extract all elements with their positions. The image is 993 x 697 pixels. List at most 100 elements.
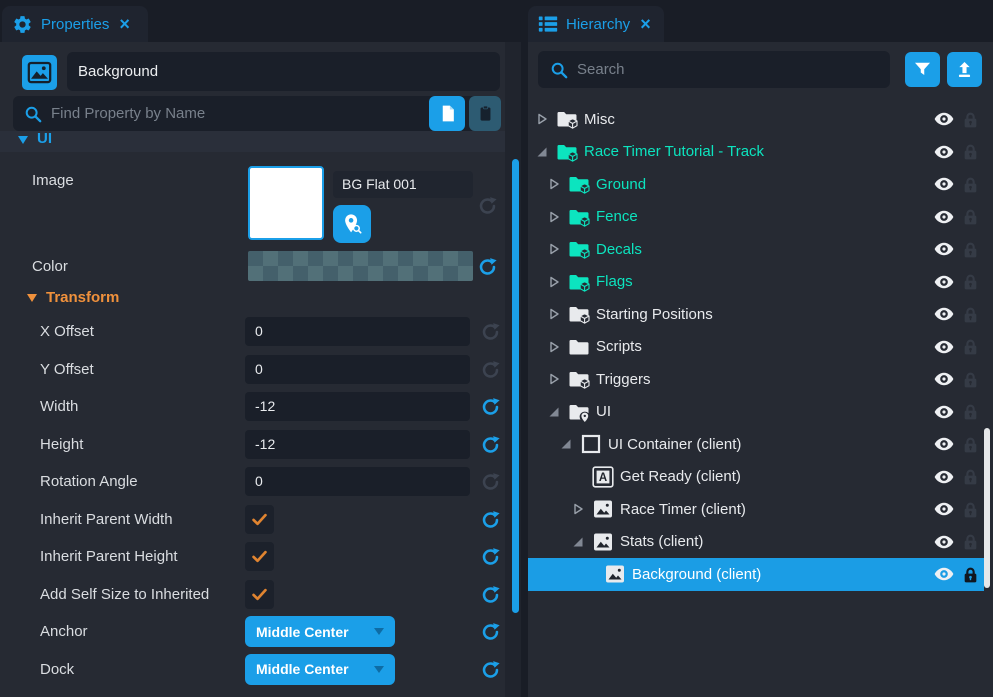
- expand-arrow-icon[interactable]: [548, 243, 560, 255]
- lock-icon[interactable]: [963, 143, 978, 160]
- tab-hierarchy[interactable]: Hierarchy ×: [528, 6, 664, 42]
- lock-icon[interactable]: [963, 111, 978, 128]
- reset-dock-button[interactable]: [481, 660, 500, 679]
- add-self-size-to-inherited-checkbox[interactable]: [245, 580, 274, 609]
- tree-item-ui[interactable]: UI: [528, 396, 993, 429]
- lock-icon[interactable]: [963, 403, 978, 420]
- color-swatch[interactable]: [248, 251, 473, 281]
- filter-button[interactable]: [905, 52, 940, 87]
- tree-item-decals[interactable]: Decals: [528, 233, 993, 266]
- tree-item-background-client[interactable]: Background (client): [528, 558, 984, 591]
- lock-icon[interactable]: [963, 208, 978, 225]
- reset-inherit-parent-width-button[interactable]: [481, 510, 500, 529]
- eye-icon[interactable]: [934, 340, 954, 354]
- expand-arrow-icon[interactable]: [548, 276, 560, 288]
- lock-icon[interactable]: [963, 306, 978, 323]
- section-transform-header[interactable]: Transform: [27, 289, 119, 306]
- reset-add-self-size-to-inherited-button[interactable]: [481, 585, 500, 604]
- expand-arrow-icon[interactable]: [548, 211, 560, 223]
- tree-item-starting-positions[interactable]: Starting Positions: [528, 298, 993, 331]
- eye-icon[interactable]: [934, 405, 954, 419]
- y-offset-input[interactable]: 0: [245, 355, 470, 384]
- eye-icon[interactable]: [934, 437, 954, 451]
- section-ui-header[interactable]: UI: [0, 131, 505, 152]
- eye-icon[interactable]: [934, 275, 954, 289]
- reset-inherit-parent-height-button[interactable]: [481, 547, 500, 566]
- eye-icon[interactable]: [934, 242, 954, 256]
- eye-icon[interactable]: [934, 567, 954, 581]
- tree-item-ui-container-client[interactable]: UI Container (client): [528, 428, 993, 461]
- lock-icon[interactable]: [963, 501, 978, 518]
- inherit-parent-height-checkbox[interactable]: [245, 542, 274, 571]
- tree-item-misc[interactable]: Misc: [528, 103, 993, 136]
- collapse-arrow-icon[interactable]: [560, 438, 572, 450]
- object-name-input[interactable]: [67, 52, 500, 91]
- tree-item-get-ready-client[interactable]: AGet Ready (client): [528, 461, 993, 494]
- reset-height-button[interactable]: [481, 435, 500, 454]
- reset-anchor-button[interactable]: [481, 622, 500, 641]
- tab-properties[interactable]: Properties ×: [2, 6, 148, 42]
- tree-item-triggers[interactable]: Triggers: [528, 363, 993, 396]
- lock-icon[interactable]: [963, 468, 978, 485]
- lock-icon[interactable]: [963, 566, 978, 583]
- image-thumbnail[interactable]: [248, 166, 324, 240]
- upload-button[interactable]: [947, 52, 982, 87]
- eye-icon[interactable]: [934, 177, 954, 191]
- copy-properties-button[interactable]: [429, 96, 465, 131]
- reset-width-button[interactable]: [481, 397, 500, 416]
- lock-icon[interactable]: [963, 338, 978, 355]
- x-offset-input[interactable]: 0: [245, 317, 470, 346]
- tree-item-fence[interactable]: Fence: [528, 201, 993, 234]
- dock-dropdown[interactable]: Middle Center: [245, 654, 395, 685]
- reset-x-offset-button[interactable]: [481, 322, 500, 341]
- expand-arrow-icon[interactable]: [548, 373, 560, 385]
- reset-color-button[interactable]: [478, 257, 497, 276]
- tree-item-scripts[interactable]: Scripts: [528, 331, 993, 364]
- find-in-catalog-button[interactable]: [333, 205, 371, 243]
- lock-icon[interactable]: [963, 273, 978, 290]
- find-property-field[interactable]: [13, 96, 501, 131]
- close-icon[interactable]: ×: [119, 15, 130, 33]
- anchor-dropdown[interactable]: Middle Center: [245, 616, 395, 647]
- lock-icon[interactable]: [963, 176, 978, 193]
- hierarchy-search-field[interactable]: [538, 51, 890, 88]
- expand-arrow-icon[interactable]: [548, 178, 560, 190]
- lock-icon[interactable]: [963, 241, 978, 258]
- eye-icon[interactable]: [934, 470, 954, 484]
- tree-item-race-timer-client[interactable]: Race Timer (client): [528, 493, 993, 526]
- hierarchy-scrollbar-thumb[interactable]: [984, 428, 990, 588]
- eye-icon[interactable]: [934, 372, 954, 386]
- eye-icon[interactable]: [934, 535, 954, 549]
- lock-icon[interactable]: [963, 371, 978, 388]
- tree-item-flags[interactable]: Flags: [528, 266, 993, 299]
- inherit-parent-width-checkbox[interactable]: [245, 505, 274, 534]
- expand-arrow-icon[interactable]: [548, 308, 560, 320]
- tree-item-ground[interactable]: Ground: [528, 168, 993, 201]
- eye-icon[interactable]: [934, 210, 954, 224]
- reset-image-button[interactable]: [478, 196, 497, 215]
- height-input[interactable]: -12: [245, 430, 470, 459]
- expand-arrow-icon[interactable]: [548, 341, 560, 353]
- hierarchy-search-input[interactable]: [577, 61, 857, 78]
- image-asset-field[interactable]: BG Flat 001: [333, 171, 473, 198]
- expand-arrow-icon[interactable]: [536, 113, 548, 125]
- reset-y-offset-button[interactable]: [481, 360, 500, 379]
- collapse-arrow-icon[interactable]: [572, 536, 584, 548]
- lock-icon[interactable]: [963, 533, 978, 550]
- collapse-arrow-icon[interactable]: [548, 406, 560, 418]
- properties-scrollbar-thumb[interactable]: [512, 159, 519, 613]
- tree-item-race-timer-tutorial-track[interactable]: Race Timer Tutorial - Track: [528, 136, 993, 169]
- expand-arrow-icon[interactable]: [572, 503, 584, 515]
- tree-item-stats-client[interactable]: Stats (client): [528, 526, 993, 559]
- find-property-input[interactable]: [51, 105, 351, 122]
- rotation-angle-input[interactable]: 0: [245, 467, 470, 496]
- width-input[interactable]: -12: [245, 392, 470, 421]
- eye-icon[interactable]: [934, 145, 954, 159]
- collapse-arrow-icon[interactable]: [536, 146, 548, 158]
- eye-icon[interactable]: [934, 502, 954, 516]
- lock-icon[interactable]: [963, 436, 978, 453]
- reset-rotation-angle-button[interactable]: [481, 472, 500, 491]
- close-icon[interactable]: ×: [640, 15, 651, 33]
- paste-properties-button[interactable]: [469, 96, 501, 131]
- eye-icon[interactable]: [934, 112, 954, 126]
